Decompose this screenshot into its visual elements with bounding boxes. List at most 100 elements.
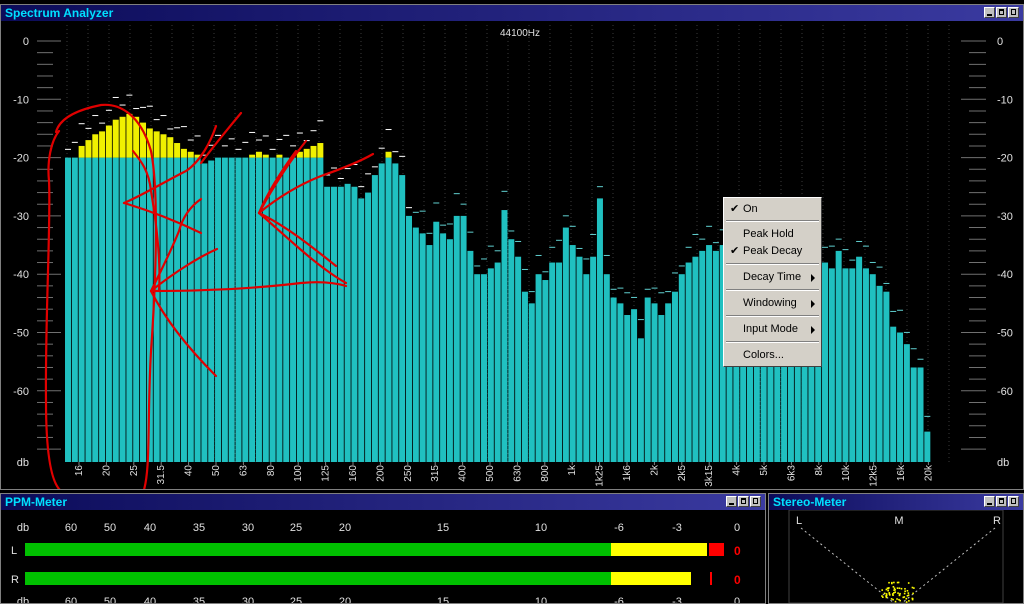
peak-overlay-bar [119,116,126,158]
ppm-scale-label-top: 15 [437,522,449,534]
peak-marker [255,139,262,141]
peak-marker [467,231,474,233]
spectrum-bar [917,367,924,462]
close-button[interactable] [1008,7,1019,18]
peak-marker [92,115,99,117]
db-label-right: 0 [997,36,1003,48]
close-button[interactable] [1008,496,1019,507]
peak-marker [426,232,433,234]
minimize-button[interactable] [984,7,995,18]
menu-item-on[interactable]: ✔ On [725,201,820,218]
ppm-channel-label: L [11,545,17,557]
spectrum-bar [180,157,187,462]
peak-marker [494,250,501,252]
spectrum-bar [835,250,842,462]
menu-item-input-mode[interactable]: Input Mode [725,321,820,338]
ppm-scale-label-top: -6 [614,522,624,534]
stereo-dot [885,593,888,595]
spectrum-bar [65,157,71,462]
freq-label: 4k [732,464,743,476]
spectrum-bar [201,163,208,462]
freq-label: 1k [567,464,578,476]
peak-marker [665,291,672,293]
checkmark-icon: ✔ [730,245,740,257]
peak-marker [371,166,378,168]
peak-marker [160,115,167,117]
stereo-dot [893,587,896,590]
freq-label: 80 [266,465,277,477]
menu-item-windowing[interactable]: Windowing [725,295,820,312]
freq-label: 160 [348,465,359,482]
ppm-channel-label: R [11,574,19,586]
menu-item-peak-decay[interactable]: ✔ Peak Decay [725,243,820,260]
submenu-arrow-icon [811,300,815,308]
spectrum-bar [351,186,358,462]
ppm-scale-label-bottom: 20 [339,596,351,603]
ppm-scale-label-top: 35 [193,522,205,534]
freq-label: 63 [238,465,249,477]
db-label-left: 0 [23,36,29,48]
spectrum-bar [242,157,249,462]
submenu-arrow-icon [811,274,815,282]
minimize-button[interactable] [726,496,737,507]
stereo-title-bar[interactable]: Stereo-Meter [769,494,1023,510]
freq-label: 125 [321,465,332,482]
spectrum-bar [576,256,583,462]
stereo-dot [896,581,899,584]
ppm-scale-label-top: 60 [65,522,77,534]
freq-label: 25 [129,465,140,477]
spectrum-bar [671,291,678,462]
spectrum-bar [187,157,194,462]
maximize-button[interactable] [996,7,1007,18]
freq-label: 10k [841,464,852,481]
close-button[interactable] [750,496,761,507]
spectrum-bar [276,157,283,462]
maximize-button[interactable] [738,496,749,507]
menu-separator [726,341,819,343]
menu-item-decay-time[interactable]: Decay Time [725,269,820,286]
spectrum-bar [412,227,419,462]
peak-overlay-bar [85,140,92,158]
freq-label: 8k [814,464,825,476]
peak-overlay-bar [174,143,181,158]
peak-marker [153,119,160,121]
ppm-peak-readout: 0 [734,573,741,587]
freq-label: 16k [896,464,907,481]
ppm-title-bar[interactable]: PPM-Meter [1,494,765,510]
spectrum-bar [228,157,235,462]
spectrum-bar [255,157,262,462]
menu-item-label: Peak Decay [743,245,803,257]
ppm-scale-label-bottom: 30 [242,596,254,603]
spectrum-plot[interactable]: 44100Hz 0 -10 -20 -30 -40 -50 -60 db 0 -10 -20 -30 -… [1,21,1023,489]
spectrum-bar [569,245,576,462]
spectrum-bar [174,157,181,462]
spectrum-bar [446,239,453,462]
maximize-button[interactable] [996,496,1007,507]
spectrum-bar [283,157,290,462]
spectrum-bar [453,215,460,462]
menu-item-peak-hold[interactable]: Peak Hold [725,226,820,243]
peak-overlay-bar [78,145,85,158]
spectrum-bar [208,160,215,462]
spectrum-bar [406,215,412,462]
menu-item-colors[interactable]: Colors... [725,347,820,364]
spectrum-bar [419,233,426,462]
peak-marker [317,120,324,122]
spectrum-bar [433,221,440,462]
spectrum-bar [508,239,515,462]
stereo-dot [906,589,909,592]
minimize-button[interactable] [984,496,995,507]
db-label-right: db [997,457,1009,469]
stereo-dot [898,587,901,590]
spectrum-bar [105,157,112,462]
peak-marker [924,415,931,417]
ppm-yellow-segment [611,543,707,556]
freq-label: 315 [430,465,441,482]
db-label-left: -40 [13,269,29,281]
stereo-meter-window: Stereo-Meter L M R [768,493,1024,604]
ppm-meter-window: PPM-Meter db 60 50 40 35 30 25 20 15 10 -6 -3 0 db 60 5… [0,493,766,604]
spectrum-title-bar[interactable]: Spectrum Analyzer [1,5,1023,21]
spectrum-bar [658,315,665,462]
stereo-dot [911,598,914,601]
spectrum-bar [651,303,658,462]
